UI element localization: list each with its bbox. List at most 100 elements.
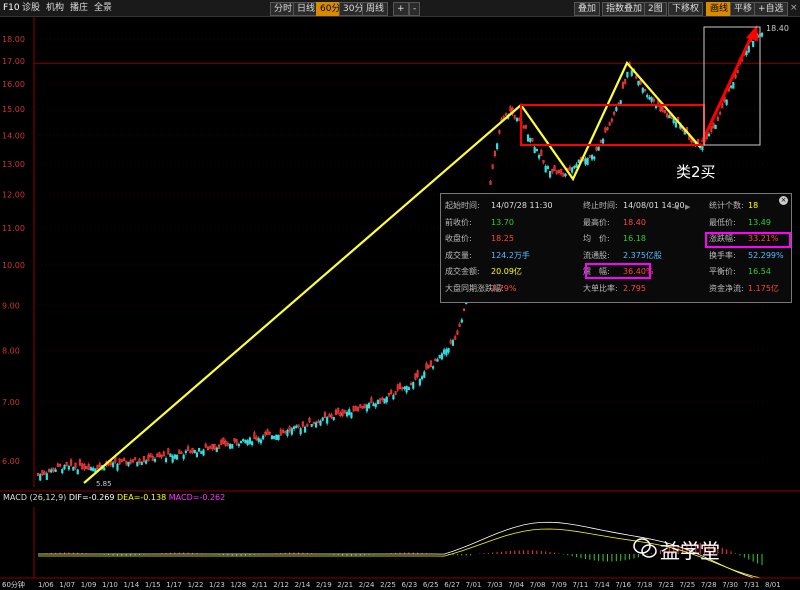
price-tick-label: 17.00 bbox=[2, 57, 25, 66]
price-tick-label: 12.00 bbox=[2, 191, 25, 200]
candle-body bbox=[619, 100, 622, 104]
candle-body bbox=[140, 461, 143, 466]
candle-body bbox=[372, 403, 375, 407]
stat-label: 最高价: bbox=[583, 217, 610, 227]
macd-value: (26,12,9) bbox=[27, 493, 66, 502]
close-icon[interactable]: × bbox=[779, 196, 788, 205]
date-tick-label: 7/11 bbox=[573, 581, 589, 589]
price-tick-label: 14.00 bbox=[2, 132, 25, 141]
candle-body bbox=[251, 441, 254, 446]
candle-body bbox=[257, 438, 260, 442]
candle-body bbox=[586, 158, 589, 165]
adjust-rights-button[interactable]: 下移权 bbox=[668, 2, 704, 16]
candle-body bbox=[89, 467, 93, 471]
candle-body bbox=[45, 473, 48, 480]
candle-body bbox=[405, 385, 408, 393]
candle-body bbox=[303, 426, 307, 433]
candle-body bbox=[650, 97, 653, 102]
candle-body bbox=[443, 349, 446, 354]
stat-label: 资金净流: bbox=[709, 283, 744, 293]
candle-body bbox=[601, 138, 605, 144]
candle-body bbox=[365, 404, 368, 412]
candle-body bbox=[39, 474, 42, 481]
candle-body bbox=[286, 430, 289, 436]
stat-value: 18 bbox=[748, 201, 759, 210]
candle-body bbox=[420, 376, 424, 380]
stat-label: 平衡价: bbox=[709, 267, 736, 276]
date-tick-label: 1/17 bbox=[166, 581, 182, 589]
price-tick-label: 10.00 bbox=[2, 261, 25, 270]
add-favorite-button[interactable]: +自选 bbox=[754, 2, 788, 16]
candle-body bbox=[573, 165, 576, 169]
overlay-button[interactable]: 叠加 bbox=[574, 2, 601, 16]
price-tick-label: 7.00 bbox=[2, 398, 20, 407]
candle-body bbox=[447, 348, 450, 353]
next-arrow-icon[interactable]: ▶ bbox=[685, 203, 690, 211]
candle-body bbox=[200, 451, 203, 454]
highlight-change-pct bbox=[705, 232, 791, 248]
price-tick-label: 18.00 bbox=[2, 35, 25, 44]
candle-body bbox=[345, 411, 349, 417]
pan-button[interactable]: 平移 bbox=[730, 2, 757, 16]
date-tick-label: 1/28 bbox=[230, 581, 246, 589]
stat-value: 13.49 bbox=[748, 217, 771, 227]
two-charts-button[interactable]: 2图 bbox=[644, 2, 667, 16]
candle-body bbox=[548, 171, 552, 178]
candle-body bbox=[646, 94, 649, 98]
tab-period-weekly[interactable]: 周线 bbox=[362, 2, 389, 16]
stat-value: 18.25 bbox=[491, 234, 514, 243]
candle-body bbox=[745, 51, 748, 56]
draw-line-button[interactable]: 画线 bbox=[706, 2, 733, 16]
candle-body bbox=[593, 156, 596, 160]
date-tick-label: 1/06 bbox=[38, 581, 54, 589]
prev-arrow-icon[interactable]: ◀ bbox=[673, 203, 678, 211]
date-tick-label: 7/04 bbox=[508, 581, 524, 589]
candle-body bbox=[215, 447, 218, 452]
stat-label: 大单比率: bbox=[583, 283, 618, 293]
stat-value: 2.795 bbox=[623, 283, 646, 293]
f10-button[interactable]: F10 bbox=[3, 2, 20, 14]
link-overview[interactable]: 全景 bbox=[94, 2, 112, 14]
link-institution[interactable]: 机构 bbox=[46, 2, 64, 14]
candle-body bbox=[202, 449, 205, 456]
candle-body bbox=[319, 420, 322, 426]
candle-body bbox=[259, 439, 263, 444]
candle-body bbox=[246, 440, 249, 445]
candle-body bbox=[332, 417, 335, 420]
date-tick-label: 1/10 bbox=[102, 581, 118, 589]
candle-body bbox=[707, 133, 711, 137]
macd-header: MACD (26,12,9) DIF=-0.269 DEA=-0.138 MAC… bbox=[3, 493, 225, 502]
candle-body bbox=[460, 319, 463, 323]
stat-label: 收盘价: bbox=[445, 234, 472, 243]
candle-body bbox=[674, 121, 678, 128]
candle-body bbox=[529, 137, 532, 143]
candle-body bbox=[564, 173, 567, 177]
index-overlay-button[interactable]: 指数叠加 bbox=[602, 2, 647, 16]
stat-label: 终止时间: bbox=[583, 201, 618, 210]
candle-body bbox=[270, 435, 274, 440]
candle-body bbox=[184, 450, 187, 453]
date-tick-label: 7/14 bbox=[594, 581, 610, 589]
candle-body bbox=[195, 452, 199, 457]
link-diagnose[interactable]: 诊股 bbox=[22, 2, 40, 14]
link-dealer[interactable]: 播庄 bbox=[70, 2, 88, 14]
price-tick-label: 9.00 bbox=[2, 301, 20, 310]
candle-body bbox=[725, 99, 728, 105]
kline-chart[interactable]: 18.00 17.00 16.00 15.00 14.00 13.00 12.00 11.00… bbox=[0, 17, 800, 590]
candle-body bbox=[103, 467, 106, 471]
candle-body bbox=[76, 469, 79, 475]
price-tick-label: 16.00 bbox=[2, 80, 25, 89]
candle-body bbox=[63, 465, 66, 470]
stat-label: 均 价: bbox=[583, 234, 610, 243]
zoom-out-button[interactable]: - bbox=[409, 2, 421, 16]
macd-value: DIF=-0.269 bbox=[66, 493, 114, 502]
close-icon[interactable]: × bbox=[790, 2, 798, 14]
date-tick-label: 7/28 bbox=[701, 581, 717, 589]
date-tick-label: 7/16 bbox=[615, 581, 631, 589]
date-tick-label: 8/01 bbox=[765, 581, 781, 589]
low-price-label: 5.85 bbox=[96, 480, 112, 488]
candle-body bbox=[615, 107, 618, 111]
candle-body bbox=[648, 96, 651, 100]
zoom-in-button[interactable]: + bbox=[393, 2, 409, 16]
candle-body bbox=[526, 134, 530, 142]
